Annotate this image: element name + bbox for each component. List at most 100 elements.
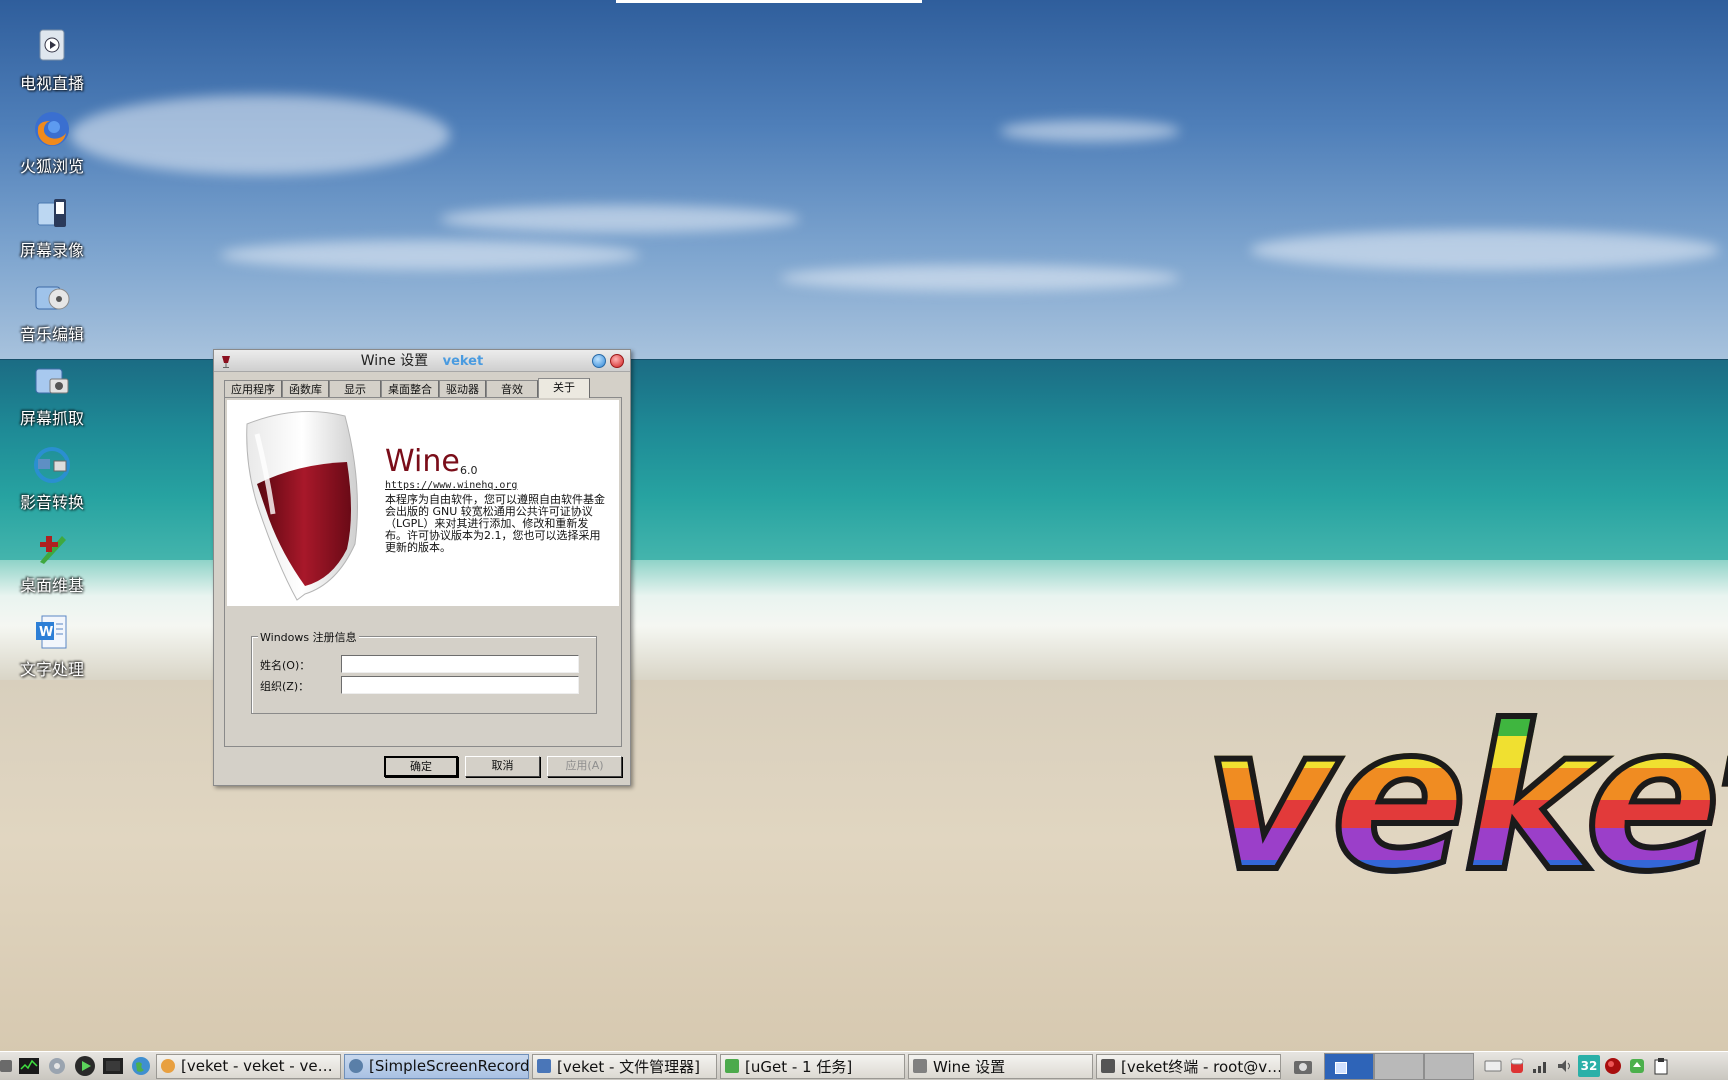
media-convert-icon	[32, 445, 72, 485]
disk-icon[interactable]	[1506, 1055, 1528, 1077]
task-label: [uGet - 1 任务]	[745, 1057, 853, 1076]
record-indicator-icon[interactable]	[1602, 1055, 1624, 1077]
volume-icon[interactable]	[1554, 1055, 1576, 1077]
veket-logo: veket	[1202, 697, 1728, 903]
tab-libraries[interactable]: 函数库	[282, 380, 329, 398]
close-button[interactable]	[610, 354, 624, 368]
desktop-icon-label: 电视直播	[19, 74, 84, 93]
task-file-manager[interactable]: [veket - 文件管理器]	[532, 1053, 717, 1079]
desktop-icon-word-processor[interactable]: W 文字处理	[8, 612, 96, 680]
desktop-icon-tv-live[interactable]: 电视直播	[8, 26, 96, 94]
screen-record-icon	[32, 193, 72, 233]
tab-drives[interactable]: 驱动器	[439, 380, 486, 398]
wine-product-name: Wine	[385, 444, 460, 479]
desktop-icon-label: 影音转换	[19, 493, 84, 512]
organization-label: 组织(Z)：	[260, 680, 310, 693]
terminal-icon	[1101, 1059, 1115, 1073]
taskbar: [veket - veket - ve… [SimpleScreenRecord…	[0, 1051, 1728, 1080]
wallpaper-cloud	[1250, 230, 1720, 270]
license-text: 本程序为自由软件，您可以遵照自由软件基金会出版的 GNU 较宽松通用公共许可证协…	[385, 493, 605, 554]
desktop-icon-firefox[interactable]: 火狐浏览	[8, 109, 96, 177]
task-wine-settings[interactable]: Wine 设置	[908, 1053, 1093, 1079]
task-veket-browser[interactable]: [veket - veket - ve…	[156, 1053, 341, 1079]
workspace-1[interactable]	[1324, 1052, 1374, 1080]
system-tray: 32	[1482, 1055, 1674, 1077]
firefox-icon	[161, 1059, 175, 1073]
workspace-pager	[1324, 1052, 1474, 1080]
browser-globe-icon[interactable]	[128, 1053, 154, 1079]
workspace-2[interactable]	[1374, 1052, 1424, 1080]
wine-homepage-link[interactable]: https://www.winehq.org	[385, 480, 517, 491]
wine-version: 6.0	[460, 464, 478, 477]
tab-desktop-integration[interactable]: 桌面整合	[381, 380, 439, 398]
system-monitor-icon[interactable]	[16, 1053, 42, 1079]
tab-applications[interactable]: 应用程序	[224, 380, 282, 398]
registration-groupbox: Windows 注册信息 姓名(O)： 组织(Z)：	[251, 629, 597, 714]
desktop-icon-label: 桌面维基	[19, 576, 84, 595]
desktop-icon-label: 屏幕录像	[19, 241, 84, 260]
menu-icon[interactable]	[0, 1053, 14, 1079]
music-edit-icon	[32, 277, 72, 317]
task-terminal[interactable]: [veket终端 - root@v…	[1096, 1053, 1281, 1079]
owner-label: 姓名(O)：	[260, 659, 311, 672]
wine-glass-logo	[237, 404, 367, 604]
tab-graphics[interactable]: 显示	[329, 380, 381, 398]
tv-live-icon	[32, 26, 72, 66]
wine-settings-window[interactable]: Wine 设置 veket 应用程序 函数库 显示 桌面整合 驱动器 音效 关于	[213, 349, 631, 786]
wine-app-icon	[219, 354, 233, 368]
desktop-icon-label: 文字处理	[19, 660, 84, 679]
wallpaper-cloud	[1000, 120, 1180, 142]
minimize-button[interactable]	[592, 354, 606, 368]
wallpaper-cloud	[440, 205, 800, 233]
ok-button[interactable]: 确定	[384, 756, 458, 777]
wallpaper-cloud	[70, 95, 450, 175]
owner-input[interactable]	[341, 655, 579, 673]
desktop-icon-music-edit[interactable]: 音乐编辑	[8, 277, 96, 345]
settings-tabs: 应用程序 函数库 显示 桌面整合 驱动器 音效 关于	[224, 378, 590, 398]
media-play-icon[interactable]	[72, 1053, 98, 1079]
task-label: [veket终端 - root@v…	[1121, 1057, 1281, 1076]
keyboard-icon[interactable]	[1482, 1055, 1504, 1077]
task-simplescreenrecorder[interactable]: [SimpleScreenRecorder]	[344, 1053, 529, 1079]
settings-tool-icon[interactable]	[44, 1053, 70, 1079]
tools-icon	[913, 1059, 927, 1073]
firefox-icon	[32, 109, 72, 149]
network-signal-icon[interactable]	[1530, 1055, 1552, 1077]
registration-legend: Windows 注册信息	[258, 629, 359, 645]
task-label: [SimpleScreenRecorder]	[369, 1057, 529, 1075]
screenshot-icon	[32, 361, 72, 401]
cancel-button[interactable]: 取消	[465, 756, 540, 777]
desktop-wiki-icon	[32, 528, 72, 568]
tab-audio[interactable]: 音效	[486, 380, 538, 398]
desktop-icon-media-convert[interactable]: 影音转换	[8, 445, 96, 513]
task-label: [veket - veket - ve…	[181, 1057, 333, 1075]
wallpaper-sky	[0, 0, 1728, 362]
organization-input[interactable]	[341, 676, 579, 694]
uget-icon	[725, 1059, 739, 1073]
about-banner: Wine 6.0 https://www.winehq.org 本程序为自由软件…	[227, 400, 619, 606]
temperature-indicator: 32	[1578, 1055, 1600, 1077]
window-titlebar[interactable]: Wine 设置 veket	[214, 350, 630, 372]
desktop-icon-desktop-wiki[interactable]: 桌面维基	[8, 528, 96, 596]
word-processor-icon: W	[32, 612, 72, 652]
desktop-icon-label: 火狐浏览	[19, 157, 84, 176]
wallpaper-cloud	[220, 240, 640, 270]
task-uget[interactable]: [uGet - 1 任务]	[720, 1053, 905, 1079]
owner-row: 姓名(O)：	[260, 655, 579, 673]
apply-button[interactable]: 应用(A)	[547, 756, 622, 777]
wallpaper-top-strip	[616, 0, 922, 3]
tab-about[interactable]: 关于	[538, 378, 590, 398]
workspace-3[interactable]	[1424, 1052, 1474, 1080]
about-tab-panel: Wine 6.0 https://www.winehq.org 本程序为自由软件…	[224, 397, 622, 747]
organization-row: 组织(Z)：	[260, 676, 579, 694]
wallpaper-cloud	[780, 265, 1180, 291]
clipboard-icon[interactable]	[1650, 1055, 1672, 1077]
terminal-icon[interactable]	[100, 1053, 126, 1079]
screenshot-tool-icon[interactable]	[1290, 1053, 1316, 1079]
desktop-icon-screen-record[interactable]: 屏幕录像	[8, 193, 96, 261]
task-label: [veket - 文件管理器]	[557, 1057, 701, 1076]
svg-text:W: W	[39, 625, 53, 640]
screen-recorder-icon	[349, 1059, 363, 1073]
desktop-icon-screenshot[interactable]: 屏幕抓取	[8, 361, 96, 429]
update-icon[interactable]	[1626, 1055, 1648, 1077]
